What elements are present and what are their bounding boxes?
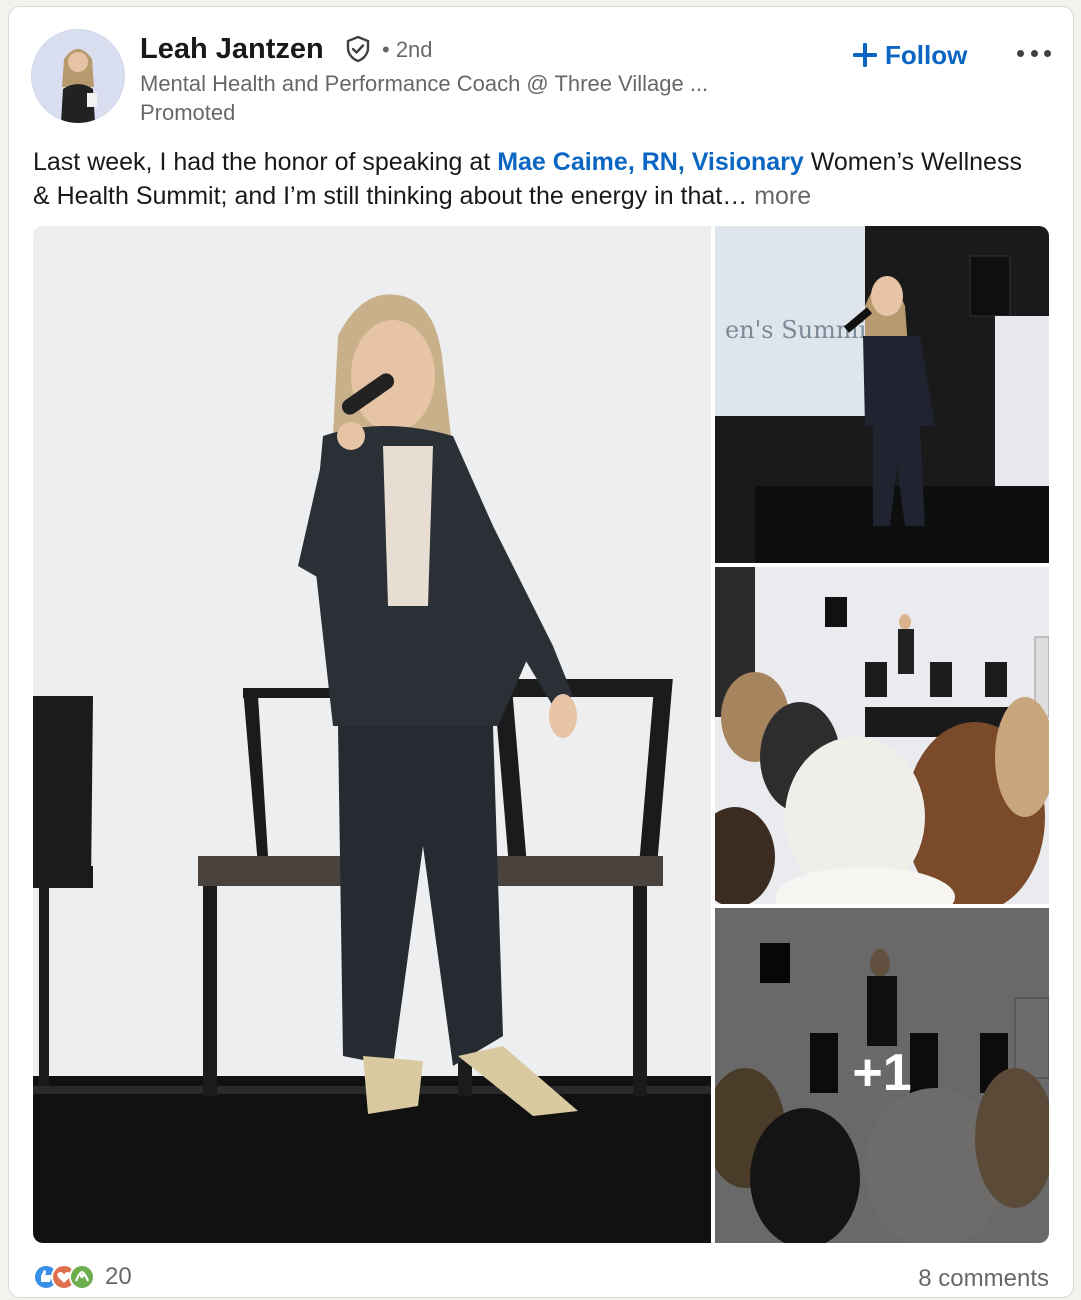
post-image-2[interactable]: en's Summit xyxy=(715,226,1049,563)
post-text-start: Last week, I had the honor of speaking a… xyxy=(33,148,498,176)
author-avatar[interactable] xyxy=(31,29,125,123)
post-image-4[interactable]: +1 xyxy=(715,908,1049,1243)
follow-label: Follow xyxy=(885,39,968,70)
reaction-count: 20 xyxy=(105,1263,132,1290)
reactions-summary[interactable]: 20 xyxy=(33,1263,132,1291)
verified-shield-icon xyxy=(344,35,372,63)
more-options-icon[interactable] xyxy=(1017,41,1051,65)
comments-count-link[interactable]: 8 comments xyxy=(918,1265,1049,1293)
mention-link[interactable]: Mae Caime, RN, Visionary xyxy=(497,148,804,176)
feed-post-card: Leah Jantzen • 2nd Mental Health and Per… xyxy=(8,6,1074,1298)
post-image-main[interactable] xyxy=(33,226,711,1243)
support-reaction-icon xyxy=(69,1264,95,1290)
see-more-button[interactable]: more xyxy=(754,182,811,210)
promoted-label: Promoted xyxy=(140,100,236,125)
post-image-3[interactable] xyxy=(715,567,1049,904)
author-headline: Mental Health and Performance Coach @ Th… xyxy=(140,71,709,96)
more-images-count: +1 xyxy=(852,1044,912,1102)
plus-icon xyxy=(853,43,877,67)
connection-degree: • 2nd xyxy=(382,37,433,62)
author-name[interactable]: Leah Jantzen xyxy=(140,33,324,66)
follow-button[interactable]: Follow xyxy=(845,35,975,75)
post-text: Last week, I had the honor of speaking a… xyxy=(33,145,1043,213)
